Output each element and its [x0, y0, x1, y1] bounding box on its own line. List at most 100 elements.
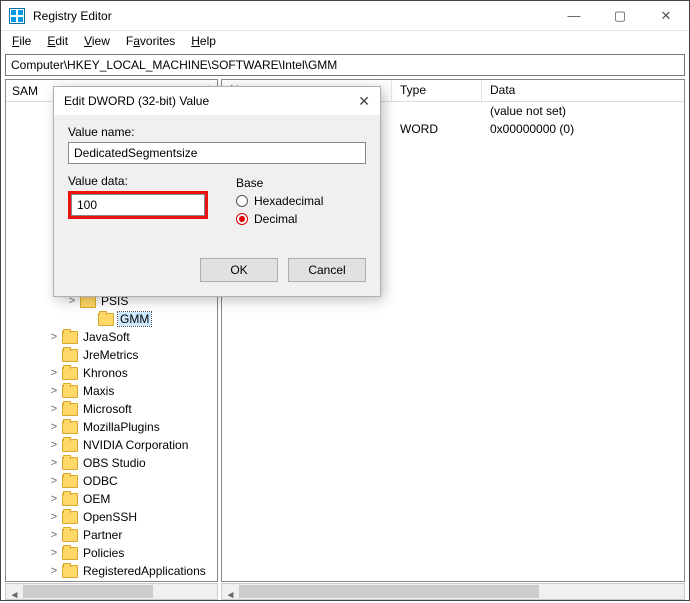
tree-item-label: Partner [82, 528, 123, 542]
tree-item-label: OpenSSH [82, 510, 138, 524]
menu-favorites[interactable]: Favorites [119, 33, 182, 49]
folder-icon [62, 547, 78, 560]
expand-icon[interactable]: > [48, 385, 60, 397]
tree-item[interactable]: > Maxis [6, 382, 217, 400]
cell-type: WORD [392, 122, 482, 136]
folder-icon [62, 349, 78, 362]
folder-icon [62, 565, 78, 578]
radio-decimal[interactable]: Decimal [236, 212, 358, 226]
tree-header-label: SAM [12, 84, 38, 98]
menu-bar: File Edit View Favorites Help [1, 31, 689, 51]
dialog-titlebar[interactable]: Edit DWORD (32-bit) Value ✕ [54, 87, 380, 115]
value-data-highlight [68, 191, 208, 219]
menu-file[interactable]: File [5, 33, 38, 49]
tree-item-label: MozillaPlugins [82, 420, 161, 434]
expand-icon[interactable]: > [48, 331, 60, 343]
tree-item[interactable]: > Khronos [6, 364, 217, 382]
dialog-title: Edit DWORD (32-bit) Value [64, 94, 209, 108]
base-group-label: Base [236, 176, 358, 190]
tree-item[interactable]: > Partner [6, 526, 217, 544]
tree-item-label: JavaSoft [82, 330, 131, 344]
close-button[interactable]: ✕ [643, 1, 689, 31]
expand-icon[interactable]: > [48, 529, 60, 541]
expand-icon[interactable]: > [48, 457, 60, 469]
value-data-label: Value data: [68, 174, 208, 188]
col-data[interactable]: Data [482, 80, 684, 101]
tree-item[interactable]: GMM [6, 310, 217, 328]
expand-icon[interactable]: > [48, 493, 60, 505]
tree-item-label: Microsoft [82, 402, 133, 416]
tree-item-label: GMM [118, 312, 151, 326]
window-title: Registry Editor [33, 9, 551, 23]
expand-icon[interactable] [84, 313, 96, 325]
radio-hexadecimal[interactable]: Hexadecimal [236, 194, 358, 208]
radio-dec-label: Decimal [254, 212, 297, 226]
tree-item[interactable]: > MozillaPlugins [6, 418, 217, 436]
folder-icon [62, 367, 78, 380]
title-bar: Registry Editor — ▢ ✕ [1, 1, 689, 31]
radio-icon [236, 195, 248, 207]
folder-icon [62, 331, 78, 344]
expand-icon[interactable]: > [48, 565, 60, 577]
expand-icon[interactable]: > [48, 475, 60, 487]
regedit-icon [9, 8, 25, 24]
tree-item-label: RegisteredApplications [82, 564, 207, 578]
expand-icon[interactable]: > [48, 511, 60, 523]
cancel-button[interactable]: Cancel [288, 258, 366, 282]
tree-item[interactable]: > RegisteredApplications [6, 562, 217, 580]
tree-item[interactable]: > OpenSSH [6, 508, 217, 526]
folder-icon [62, 493, 78, 506]
expand-icon[interactable]: > [48, 367, 60, 379]
tree-item-label: ODBC [82, 474, 119, 488]
value-name-input[interactable] [68, 142, 366, 164]
expand-icon[interactable] [48, 349, 60, 361]
folder-icon [62, 385, 78, 398]
dialog-close-button[interactable]: ✕ [358, 93, 370, 110]
folder-icon [62, 511, 78, 524]
expand-icon[interactable]: > [48, 421, 60, 433]
value-name-label: Value name: [68, 125, 366, 139]
cell-data: 0x00000000 (0) [482, 122, 582, 136]
expand-icon[interactable]: > [48, 439, 60, 451]
tree-item-label: JreMetrics [82, 348, 139, 362]
menu-help[interactable]: Help [184, 33, 223, 49]
tree-item[interactable]: > NVIDIA Corporation [6, 436, 217, 454]
radio-hex-label: Hexadecimal [254, 194, 323, 208]
col-type[interactable]: Type [392, 80, 482, 101]
tree-item[interactable]: > OEM [6, 490, 217, 508]
expand-icon[interactable]: > [48, 547, 60, 559]
ok-button[interactable]: OK [200, 258, 278, 282]
tree-item[interactable]: > Microsoft [6, 400, 217, 418]
folder-icon [62, 457, 78, 470]
minimize-button[interactable]: — [551, 1, 597, 31]
value-data-input[interactable] [71, 194, 205, 216]
list-horizontal-scrollbar[interactable]: ◄ [221, 583, 685, 600]
address-bar[interactable]: Computer\HKEY_LOCAL_MACHINE\SOFTWARE\Int… [5, 54, 685, 76]
tree-item[interactable]: > JavaSoft [6, 328, 217, 346]
folder-icon [62, 421, 78, 434]
menu-edit[interactable]: Edit [40, 33, 75, 49]
base-group: Base Hexadecimal Decimal [228, 170, 366, 236]
tree-item-label: OEM [82, 492, 111, 506]
folder-icon [98, 313, 114, 326]
tree-item-label: NVIDIA Corporation [82, 438, 189, 452]
tree-item[interactable]: >Policies [6, 544, 217, 562]
tree-item[interactable]: > ODBC [6, 472, 217, 490]
tree-item-label: OBS Studio [82, 456, 147, 470]
cell-data: (value not set) [482, 104, 574, 118]
folder-icon [62, 439, 78, 452]
tree-item[interactable]: JreMetrics [6, 346, 217, 364]
tree-item-label: Maxis [82, 384, 115, 398]
tree-item-label: Khronos [82, 366, 129, 380]
edit-dword-dialog: Edit DWORD (32-bit) Value ✕ Value name: … [53, 86, 381, 297]
folder-icon [62, 529, 78, 542]
menu-view[interactable]: View [77, 33, 117, 49]
tree-item[interactable]: >Windows [6, 580, 217, 581]
folder-icon [62, 475, 78, 488]
folder-icon [62, 403, 78, 416]
tree-horizontal-scrollbar[interactable]: ◄ [5, 583, 218, 600]
tree-item[interactable]: > OBS Studio [6, 454, 217, 472]
maximize-button[interactable]: ▢ [597, 1, 643, 31]
radio-icon [236, 213, 248, 225]
expand-icon[interactable]: > [48, 403, 60, 415]
